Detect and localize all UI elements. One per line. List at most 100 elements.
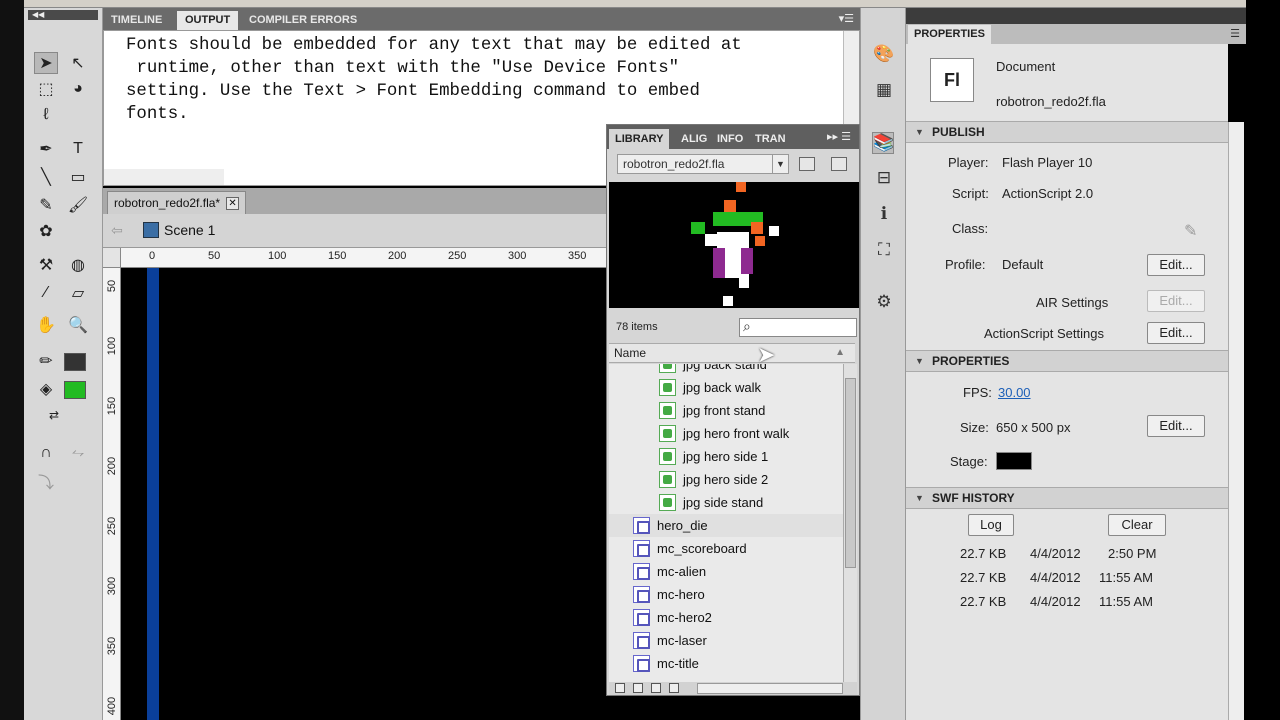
transform-icon[interactable]: ⛶ — [873, 240, 895, 262]
fill-color-swatch[interactable] — [64, 381, 86, 399]
tab-properties[interactable]: PROPERTIES — [908, 25, 991, 44]
tools-collapse-bar[interactable]: ◀◀ — [28, 10, 98, 20]
swap-colors-icon[interactable]: ⇄ — [42, 404, 66, 426]
tab-timeline[interactable]: TIMELINE — [103, 11, 170, 30]
tab-transform[interactable]: TRAN — [749, 129, 792, 149]
air-edit-button[interactable]: Edit... — [1147, 290, 1205, 312]
library-item[interactable]: jpg front stand — [609, 399, 843, 422]
tab-compiler-errors[interactable]: COMPILER ERRORS — [241, 11, 365, 30]
sprite-pixel — [741, 248, 753, 274]
tab-info[interactable]: INFO — [711, 129, 749, 149]
stage-color-swatch[interactable] — [996, 452, 1032, 470]
size-value: 650 x 500 px — [996, 420, 1071, 435]
paint-bucket-tool-icon[interactable]: ◍ — [66, 254, 90, 276]
library-item[interactable]: mc_scoreboard — [609, 537, 843, 560]
rectangle-tool-icon[interactable]: ▭ — [66, 166, 90, 188]
scrollbar-thumb[interactable] — [845, 378, 856, 568]
pen-tool-icon[interactable]: ✒ — [34, 138, 58, 160]
info-icon[interactable]: ℹ — [873, 204, 895, 226]
new-library-panel-icon[interactable] — [831, 157, 847, 171]
library-item-label: jpg back walk — [683, 380, 762, 395]
pencil-icon[interactable]: ✎ — [1184, 221, 1197, 241]
bone-tool-icon[interactable]: ⚒ — [34, 254, 58, 276]
properties-section-header[interactable]: PROPERTIES — [906, 350, 1228, 372]
library-item[interactable]: jpg back walk — [609, 376, 843, 399]
library-file-select[interactable]: robotron_redo2f.fla ▼ — [617, 154, 789, 174]
pencil-tool-icon[interactable]: ✎ — [34, 194, 58, 216]
publish-section-header[interactable]: PUBLISH — [906, 121, 1228, 143]
stroke-color-swatch[interactable] — [64, 353, 86, 371]
free-transform-tool-icon[interactable]: ⬚ — [34, 78, 58, 100]
delete-icon[interactable] — [669, 683, 679, 693]
library-item[interactable]: jpg back stand — [609, 364, 843, 376]
new-symbol-icon[interactable] — [615, 683, 625, 693]
panel-menu-icon[interactable]: ▸▸ ☰ — [827, 130, 851, 143]
library-vertical-scrollbar[interactable] — [843, 364, 857, 682]
close-icon[interactable]: ✕ — [226, 196, 240, 210]
swatches-grid-icon[interactable]: ▦ — [873, 80, 895, 102]
fps-value[interactable]: 30.00 — [998, 385, 1031, 400]
library-item[interactable]: mc-alien — [609, 560, 843, 583]
log-button[interactable]: Log — [968, 514, 1014, 536]
size-label: Size: — [960, 420, 989, 435]
profile-edit-button[interactable]: Edit... — [1147, 254, 1205, 276]
document-tab[interactable]: robotron_redo2f.fla* ✕ — [107, 191, 247, 214]
air-settings-label: AIR Settings — [1036, 295, 1109, 310]
history-time: 11:55 AM — [1099, 570, 1153, 585]
ruler-tick: 300 — [106, 576, 118, 596]
smooth-icon[interactable]: ⥊ — [66, 442, 90, 464]
library-item[interactable]: jpg side stand — [609, 491, 843, 514]
library-item[interactable]: mc-title — [609, 652, 843, 675]
align-icon[interactable]: ⊟ — [873, 168, 895, 190]
back-arrow-icon[interactable]: ⇦ — [111, 222, 123, 239]
library-item[interactable]: mc-hero2 — [609, 606, 843, 629]
new-folder-icon[interactable] — [633, 683, 643, 693]
properties-vertical-scrollbar[interactable] — [1228, 122, 1244, 720]
lasso-tool-icon[interactable]: ℓ — [34, 104, 58, 126]
selection-tool-icon[interactable]: ➤ — [34, 52, 58, 74]
tab-output[interactable]: OUTPUT — [177, 11, 239, 30]
color-palette-icon[interactable]: 🎨 — [873, 44, 895, 66]
snap-magnet-icon[interactable]: ∩ — [34, 442, 58, 464]
sort-arrow-icon[interactable]: ▲ — [835, 344, 845, 362]
sprite-pixel — [736, 182, 746, 192]
history-size: 22.7 KB — [960, 570, 1007, 585]
library-search-input[interactable]: ⌕ — [739, 318, 857, 337]
library-books-icon[interactable]: 📚 — [872, 132, 894, 154]
size-edit-button[interactable]: Edit... — [1147, 415, 1205, 437]
tab-align[interactable]: ALIG — [675, 129, 713, 149]
library-item[interactable]: mc-laser — [609, 629, 843, 652]
zoom-tool-icon[interactable]: 🔍 — [66, 314, 90, 336]
properties-collapse-bar[interactable] — [906, 8, 1246, 24]
library-horizontal-scrollbar[interactable] — [697, 683, 843, 694]
subselection-tool-icon[interactable]: ↖ — [66, 52, 90, 74]
straighten-icon[interactable]: ⤵ — [34, 470, 58, 492]
line-tool-icon[interactable]: ╲ — [34, 166, 58, 188]
eyedropper-tool-icon[interactable]: ⁄ — [34, 282, 58, 304]
brush-tool-icon[interactable]: 🖌 — [66, 194, 90, 216]
eraser-tool-icon[interactable]: ▱ — [66, 282, 90, 304]
library-item[interactable]: jpg hero front walk — [609, 422, 843, 445]
deco-tool-icon[interactable]: ✿ — [34, 220, 58, 242]
library-column-header[interactable]: Name ▲ — [609, 343, 855, 363]
pin-library-icon[interactable] — [799, 157, 815, 171]
text-tool-icon[interactable]: T — [66, 138, 90, 160]
panel-menu-icon[interactable]: ▾☰ — [839, 12, 854, 25]
hand-tool-icon[interactable]: ✋ — [34, 314, 58, 336]
tab-library[interactable]: LIBRARY — [609, 129, 670, 149]
actionscript-edit-button[interactable]: Edit... — [1147, 322, 1205, 344]
swf-history-section-header[interactable]: SWF HISTORY — [906, 487, 1228, 509]
output-horizontal-scrollbar[interactable] — [104, 169, 224, 185]
scene-label[interactable]: Scene 1 — [164, 222, 215, 238]
library-item[interactable]: mc-hero — [609, 583, 843, 606]
ruler-tick: 400 — [106, 696, 118, 716]
library-item[interactable]: jpg hero side 2 — [609, 468, 843, 491]
motion-presets-icon[interactable]: ⚙ — [873, 292, 895, 314]
properties-icon[interactable] — [651, 683, 661, 693]
library-item[interactable]: hero_die — [609, 514, 843, 537]
panel-menu-icon[interactable]: ☰ — [1230, 27, 1240, 40]
3d-rotation-tool-icon[interactable]: ◕ — [66, 78, 90, 100]
clear-button[interactable]: Clear — [1108, 514, 1166, 536]
sprite-pixel — [755, 236, 765, 246]
library-item[interactable]: jpg hero side 1 — [609, 445, 843, 468]
